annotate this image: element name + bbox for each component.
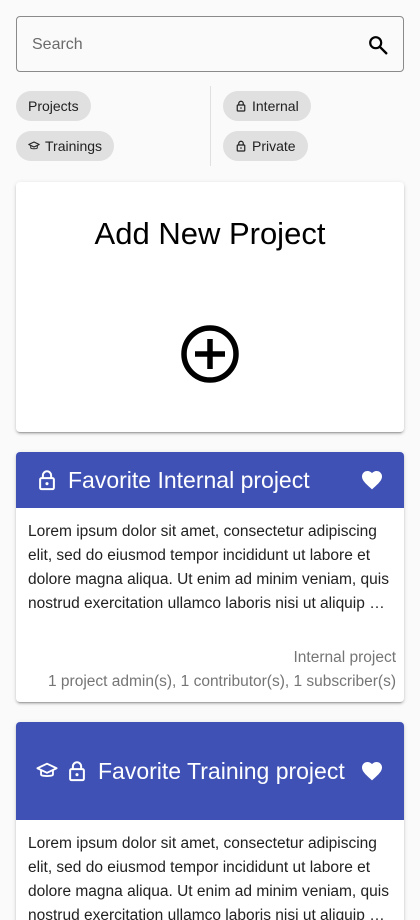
project-body: Lorem ipsum dolor sit amet, consectetur … [16,508,404,628]
search-icon[interactable] [367,34,389,56]
project-body: Lorem ipsum dolor sit amet, consectetur … [16,820,404,920]
project-card[interactable]: Favorite Internal project Lorem ipsum do… [16,452,404,702]
chip-label: Private [252,138,296,154]
chip-label: Internal [252,98,299,114]
project-title: Favorite Internal project [68,467,310,493]
chip-private[interactable]: Private [223,131,308,161]
filter-divider [210,86,211,166]
chip-trainings[interactable]: Trainings [16,131,115,161]
project-meta: Internal project 1 project admin(s), 1 c… [48,646,396,694]
heart-icon[interactable] [360,759,384,783]
project-card[interactable]: Favorite Training project Lorem ipsum do… [16,722,404,920]
add-circle-icon[interactable] [180,324,240,384]
lock-icon [236,100,246,112]
heart-icon[interactable] [360,468,384,492]
add-project-card[interactable]: Add New Project [16,182,404,432]
graduation-cap-icon [28,141,40,150]
project-header: Favorite Internal project [16,452,404,508]
lock-icon [39,470,55,491]
graduation-cap-icon [36,762,58,777]
add-project-title: Add New Project [94,216,326,251]
search-field[interactable] [16,16,404,72]
chip-label: Projects [28,98,79,114]
project-description: Lorem ipsum dolor sit amet, consectetur … [28,835,389,920]
chip-label: Trainings [45,138,103,154]
lock-icon [236,140,246,152]
project-title: Favorite Training project [98,758,345,784]
search-input[interactable] [32,31,352,59]
filter-chips: Projects Trainings Internal Private [16,86,404,166]
project-visibility: Internal project [293,649,396,666]
chip-projects[interactable]: Projects [16,91,91,121]
chip-internal[interactable]: Internal [223,91,311,121]
project-description: Lorem ipsum dolor sit amet, consectetur … [28,523,389,612]
lock-icon [69,761,85,782]
project-header: Favorite Training project [16,722,404,820]
project-members: 1 project admin(s), 1 contributor(s), 1 … [47,673,396,690]
